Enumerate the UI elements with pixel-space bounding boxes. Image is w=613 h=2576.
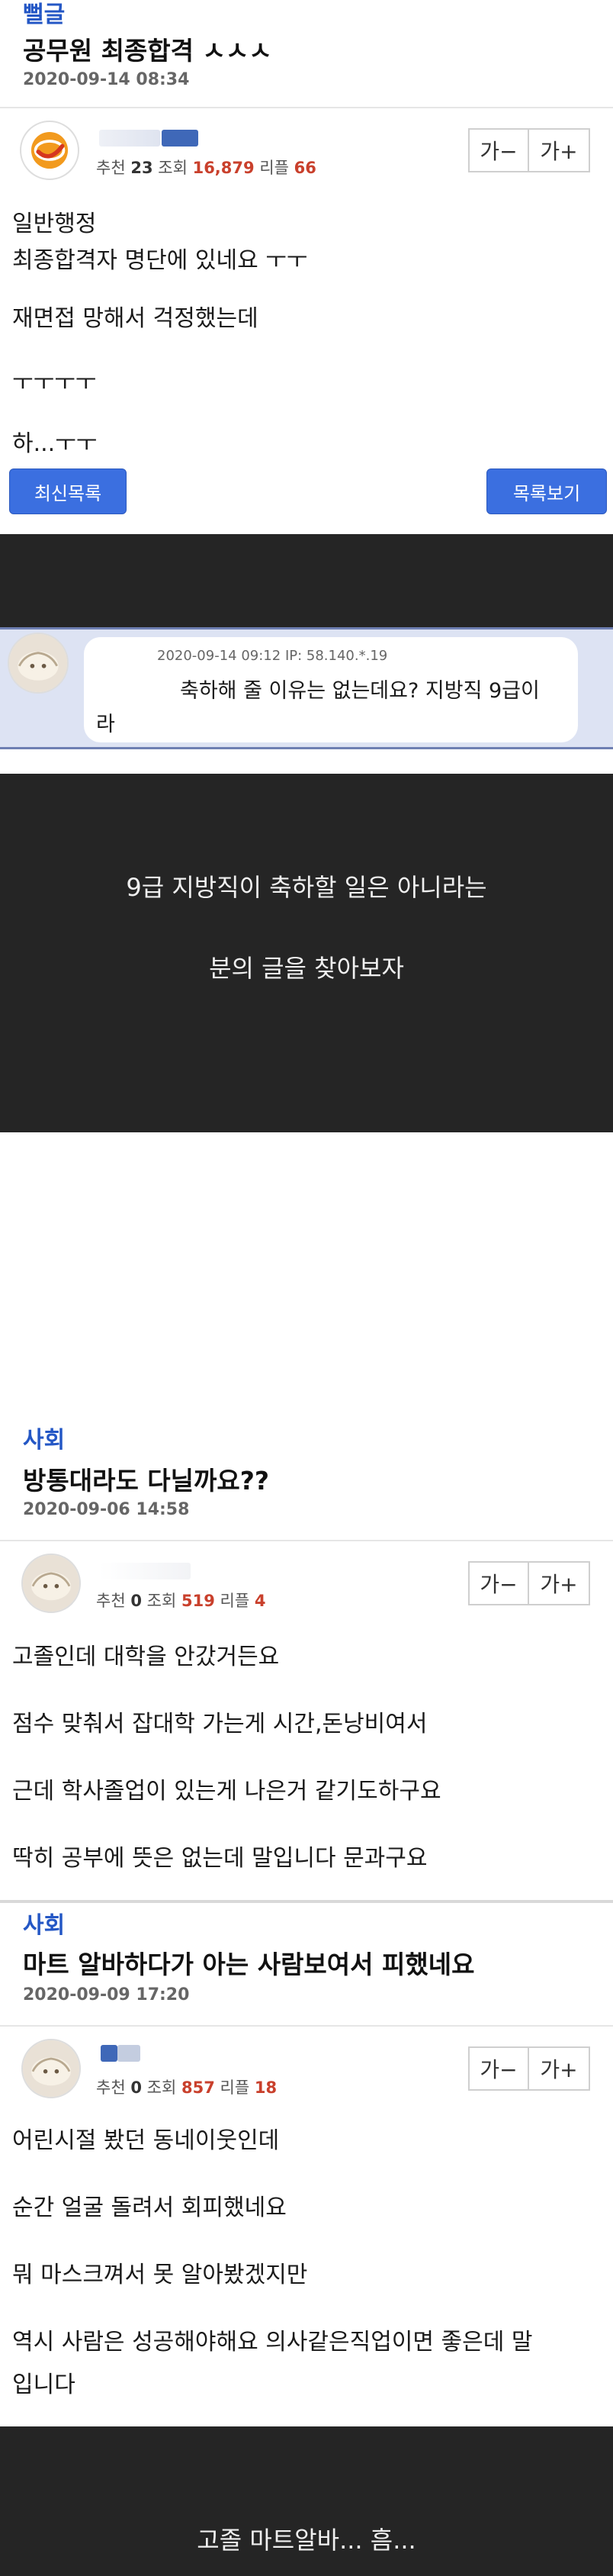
post1-line-4: ㅜㅜㅜㅜ — [12, 369, 97, 396]
dumpling-avatar-icon — [9, 634, 67, 692]
post2-font-size-buttons: 가− 가+ — [468, 1561, 590, 1605]
post3-section: 사회 마트 알바하다가 아는 사람보여서 피했네요 2020-09-09 17:… — [0, 1900, 613, 2426]
views-count: 857 — [181, 2079, 215, 2097]
caption2-line-1: 고졸 마트알바... 흠... — [197, 2526, 416, 2555]
post3-category[interactable]: 사회 — [23, 1906, 65, 1940]
caption1-panel: 9급 지방직이 축하할 일은 아니라는 분의 글을 찾아보자 — [0, 774, 613, 1132]
post2-title: 방통대라도 다닐까요?? — [23, 1466, 270, 1496]
post2-section: 사회 방통대라도 다닐까요?? 2020-09-06 14:58 추천 0 조회… — [0, 1419, 613, 1900]
post1-line-5: 하...ㅜㅜ — [12, 430, 98, 457]
post2-line-4: 딱히 공부에 뜻은 없는데 말입니다 문과구요 — [12, 1845, 428, 1872]
comment-text-line-2: 라 — [96, 713, 115, 736]
recommend-label: 추천 — [96, 2079, 126, 2097]
replies-label: 리플 — [220, 1592, 250, 1610]
replies-count: 66 — [294, 159, 316, 177]
post1-section: 뻘글 공무원 최종합격 ㅅㅅㅅ 2020-09-14 08:34 추천 23 조… — [0, 0, 613, 534]
dumpling-avatar-icon — [23, 2040, 79, 2097]
font-decrease-button[interactable]: 가− — [468, 2046, 529, 2091]
comment-bubble: 2020-09-14 09:12 IP: 58.140.*.19 축하해 줄 이… — [84, 637, 578, 742]
post2-line-1: 고졸인데 대학을 안갔거든요 — [12, 1644, 280, 1670]
post3-title: 마트 알바하다가 아는 사람보여서 피했네요 — [23, 1950, 475, 1979]
post3-line-1: 어린시절 봤던 동네이웃인데 — [12, 2127, 280, 2154]
post3-line-2: 순간 얼굴 돌려서 회피했네요 — [12, 2194, 287, 2221]
caption1-line-1: 9급 지방직이 축하할 일은 아니라는 — [126, 873, 487, 902]
post3-line-3: 뭐 마스크껴서 못 알아봤겠지만 — [12, 2262, 308, 2288]
view-list-button[interactable]: 목록보기 — [486, 469, 607, 514]
font-increase-button[interactable]: 가+ — [529, 2046, 590, 2091]
replies-count: 4 — [254, 1592, 266, 1610]
recommend-count: 0 — [130, 2079, 142, 2097]
post1-line-2: 최종합격자 명단에 있네요 ㅜㅜ — [12, 247, 308, 274]
post2-line-2: 점수 맞춰서 잡대학 가는게 시간,돈낭비여서 — [12, 1711, 428, 1737]
comment-area: 2020-09-14 09:12 IP: 58.140.*.19 축하해 줄 이… — [0, 627, 613, 749]
post1-stats: 추천 23 조회 16,879 리플 66 — [96, 156, 316, 179]
font-increase-button[interactable]: 가+ — [529, 128, 590, 172]
replies-count: 18 — [254, 2079, 278, 2097]
comment-text-line-1: 축하해 줄 이유는 없는데요? 지방직 9급이 — [180, 679, 540, 703]
views-label: 조회 — [146, 2079, 177, 2097]
post3-avatar[interactable] — [21, 2039, 81, 2098]
replies-label: 리플 — [220, 2079, 250, 2097]
post3-date: 2020-09-09 17:20 — [23, 1985, 190, 2004]
post1-font-size-buttons: 가− 가+ — [468, 128, 590, 172]
views-label: 조회 — [158, 159, 188, 177]
post2-line-3: 근데 학사졸업이 있는게 나은거 같기도하구요 — [12, 1778, 441, 1805]
views-count: 519 — [181, 1592, 215, 1610]
post1-line-1: 일반행정 — [12, 211, 97, 237]
comment-meta: 2020-09-14 09:12 IP: 58.140.*.19 — [157, 648, 387, 664]
post1-divider — [0, 107, 613, 108]
post1-avatar[interactable] — [20, 121, 79, 180]
post3-divider — [0, 2025, 613, 2027]
recommend-count: 23 — [130, 159, 153, 177]
recommend-count: 0 — [130, 1592, 142, 1610]
post1-title: 공무원 최종합격 ㅅㅅㅅ — [23, 36, 272, 66]
post3-author-badge — [117, 2045, 140, 2062]
recommend-label: 추천 — [96, 159, 126, 177]
caption2-panel: 고졸 마트알바... 흠... — [0, 2426, 613, 2576]
post1-line-3: 재면접 망해서 걱정했는데 — [12, 305, 258, 332]
post2-category[interactable]: 사회 — [23, 1421, 65, 1454]
post2-divider — [0, 1540, 613, 1541]
post2-avatar[interactable] — [21, 1554, 81, 1613]
dumpling-avatar-icon — [23, 1555, 79, 1612]
post2-stats: 추천 0 조회 519 리플 4 — [96, 1589, 265, 1612]
comment-datetime: 2020-09-14 09:12 — [157, 648, 281, 664]
latest-list-button[interactable]: 최신목록 — [9, 469, 127, 514]
post1-date: 2020-09-14 08:34 — [23, 70, 190, 89]
post2-date: 2020-09-06 14:58 — [23, 1500, 190, 1519]
post3-line-5: 입니다 — [12, 2372, 75, 2398]
post3-stats: 추천 0 조회 857 리플 18 — [96, 2075, 277, 2098]
views-count: 16,879 — [192, 159, 255, 177]
replies-label: 리플 — [259, 159, 289, 177]
orange-logo-icon — [30, 131, 69, 169]
comment-avatar[interactable] — [8, 633, 69, 694]
post1-author-badge — [162, 130, 198, 147]
post2-author-name[interactable] — [99, 1563, 191, 1579]
dark-gap-1 — [0, 534, 613, 627]
font-increase-button[interactable]: 가+ — [529, 1561, 590, 1605]
recommend-label: 추천 — [96, 1592, 126, 1610]
post3-font-size-buttons: 가− 가+ — [468, 2046, 590, 2091]
post3-author-name[interactable] — [101, 2045, 117, 2062]
comment-ip: IP: 58.140.*.19 — [284, 648, 388, 664]
font-decrease-button[interactable]: 가− — [468, 128, 529, 172]
post1-category[interactable]: 뻘글 — [23, 0, 65, 29]
views-label: 조회 — [146, 1592, 177, 1610]
font-decrease-button[interactable]: 가− — [468, 1561, 529, 1605]
caption1-line-2: 분의 글을 찾아보자 — [209, 954, 404, 983]
post1-author-name[interactable] — [99, 130, 160, 147]
post3-line-4: 역시 사람은 성공해야해요 의사같은직업이면 좋은데 말 — [12, 2329, 533, 2355]
